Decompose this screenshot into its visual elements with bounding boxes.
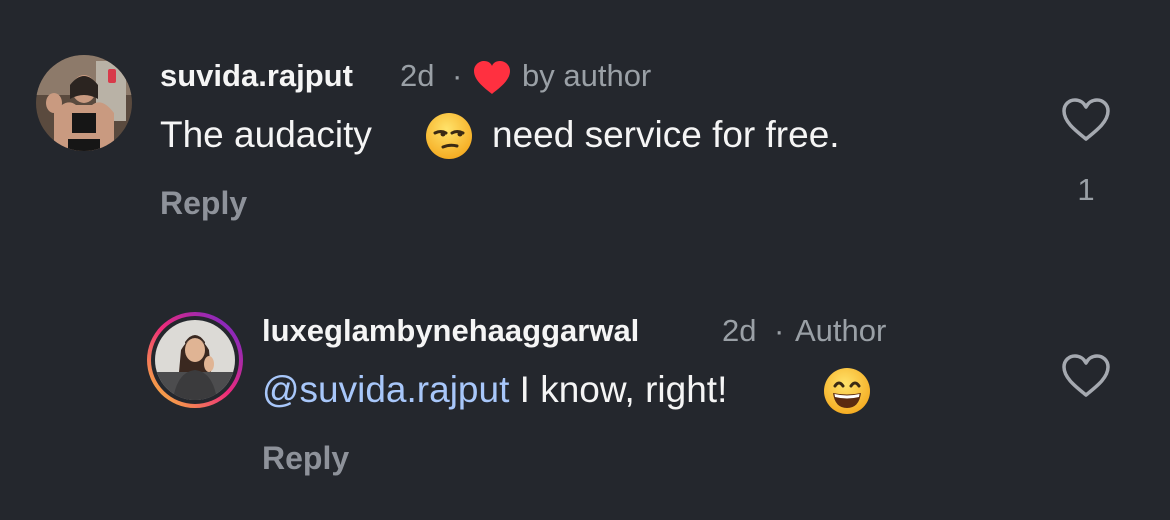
- like-count: 1: [1077, 172, 1095, 207]
- grinning-face-emoji-icon: [822, 366, 872, 416]
- avatar: [155, 320, 235, 400]
- author-badge: Author: [795, 313, 887, 348]
- meta-separator: ·: [774, 313, 785, 348]
- comment-text-part: need service for free.: [492, 114, 840, 155]
- avatar-photo: [36, 55, 132, 151]
- reply-button[interactable]: Reply: [262, 440, 349, 477]
- story-ring[interactable]: [147, 312, 243, 408]
- mention-link[interactable]: @suvida.rajput: [262, 369, 509, 410]
- reply-button[interactable]: Reply: [160, 185, 247, 222]
- comment-text: @suvida.rajput I know, right!: [262, 371, 727, 408]
- reply-comment-item: luxeglambynehaaggarwal 2d · Author @suvi…: [0, 260, 1170, 520]
- liked-by-author-label: by author: [522, 58, 652, 93]
- meta-separator: ·: [452, 58, 463, 93]
- heart-outline-icon[interactable]: [1060, 97, 1112, 148]
- comment-username[interactable]: suvida.rajput: [160, 58, 353, 94]
- comment-username[interactable]: luxeglambynehaaggarwal: [262, 313, 639, 349]
- author-liked-heart-icon: [472, 60, 512, 101]
- avatar-photo: [155, 320, 235, 400]
- comment-item: suvida.rajput 2d · by author The audacit…: [0, 0, 1170, 260]
- heart-outline-icon[interactable]: [1060, 353, 1112, 404]
- comment-timestamp: 2d: [722, 313, 757, 348]
- unamused-face-emoji-icon: [424, 111, 474, 161]
- comment-text: The audacity: [160, 116, 372, 153]
- comment-timestamp: 2d: [400, 58, 435, 93]
- avatar[interactable]: [36, 55, 132, 151]
- comment-text-part: The audacity: [160, 114, 372, 155]
- comment-text-part: I know, right!: [519, 369, 728, 410]
